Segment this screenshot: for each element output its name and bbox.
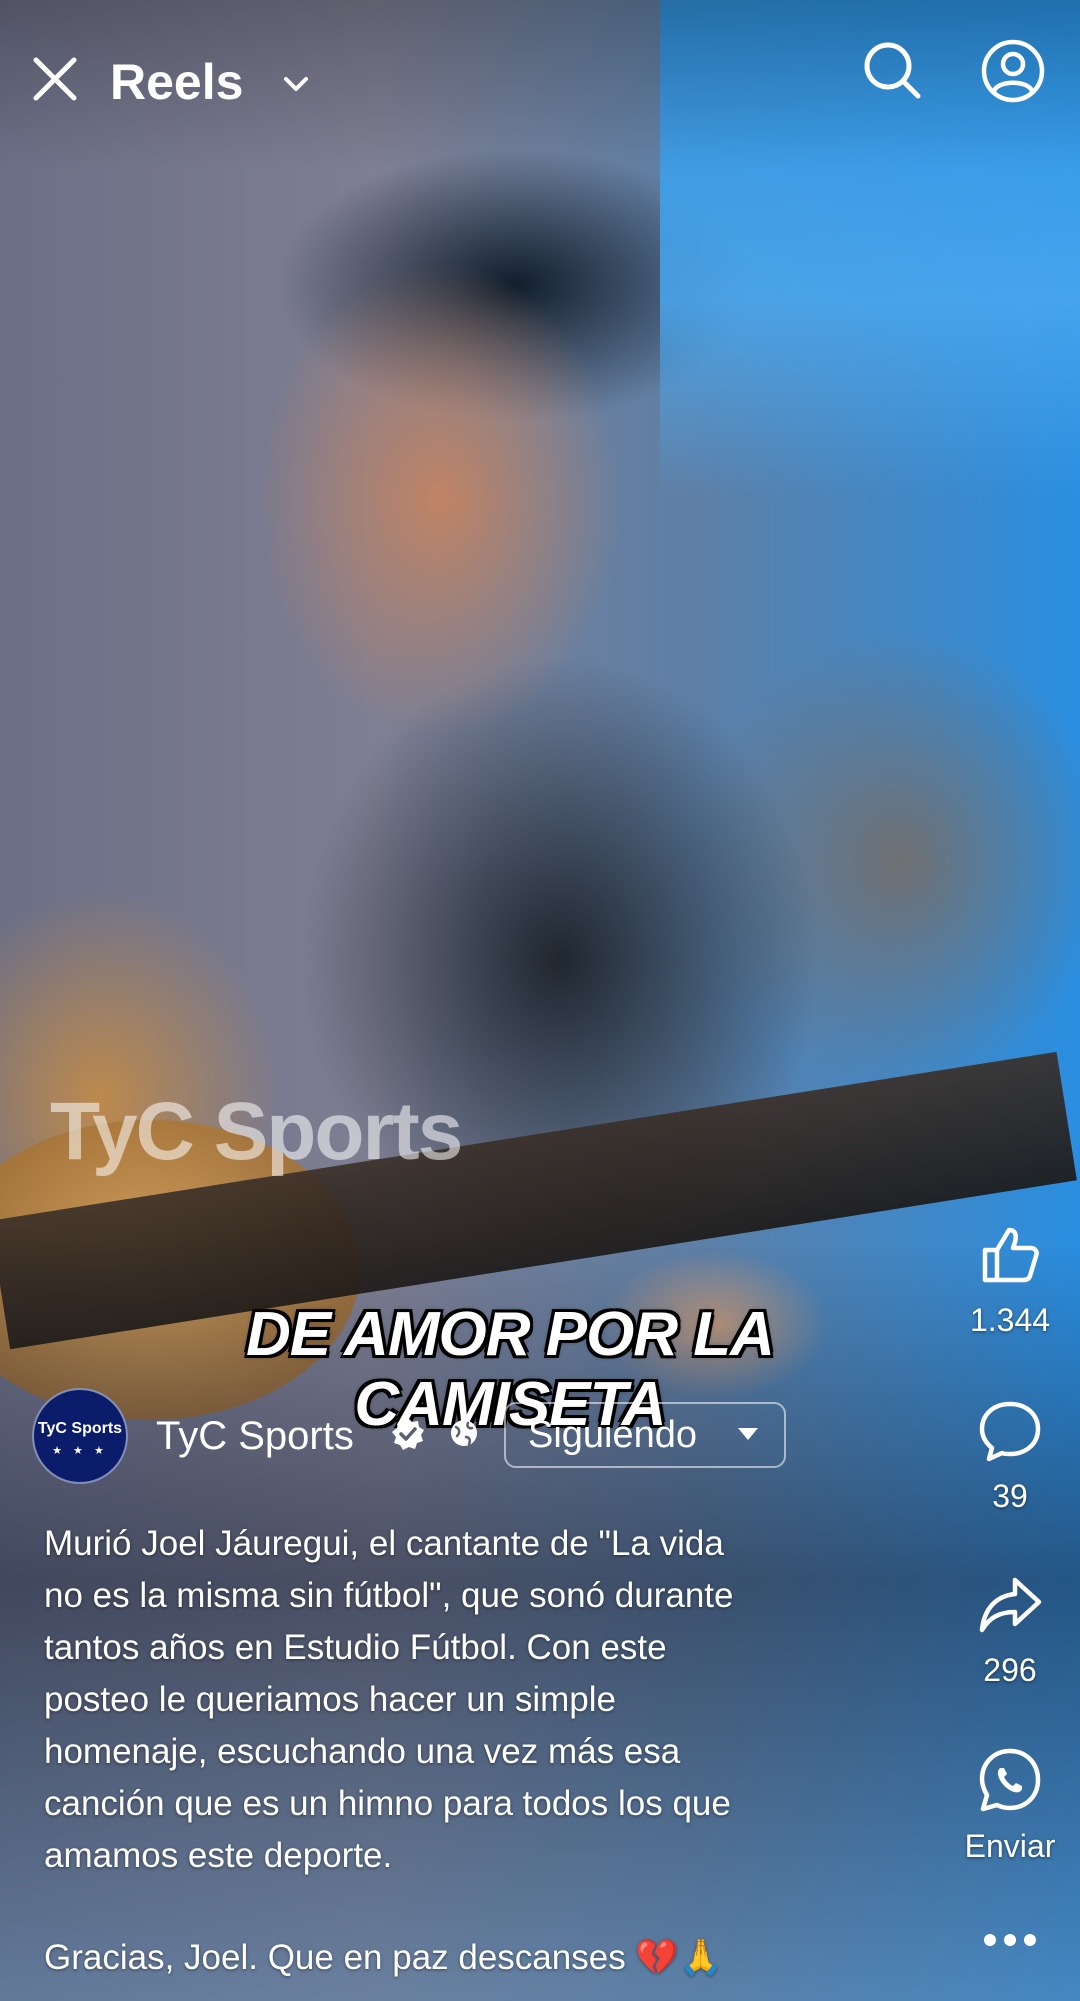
like-count: 1.344 bbox=[969, 1302, 1051, 1338]
chevron-down-icon bbox=[284, 77, 308, 91]
reels-dropdown-toggle[interactable] bbox=[280, 68, 312, 100]
profile-button[interactable] bbox=[980, 38, 1046, 104]
comment-count: 39 bbox=[992, 1478, 1028, 1514]
post-description[interactable]: Murió Joel Jáuregui, el cantante de "La … bbox=[44, 1518, 894, 1882]
public-audience-indicator bbox=[448, 1417, 480, 1449]
close-icon bbox=[33, 57, 77, 101]
chevron-down-icon bbox=[738, 1428, 758, 1440]
close-button[interactable] bbox=[28, 52, 82, 106]
comment-icon bbox=[979, 1401, 1041, 1462]
profile-icon bbox=[981, 39, 1045, 103]
like-icon bbox=[982, 1227, 1039, 1283]
whatsapp-icon bbox=[979, 1748, 1041, 1812]
author-avatar[interactable]: TyC Sports ★ ★ ★ bbox=[32, 1388, 128, 1484]
share-count: 296 bbox=[983, 1652, 1037, 1688]
avatar-logo-text: TyC Sports bbox=[37, 1420, 123, 1437]
more-options-button[interactable] bbox=[940, 1930, 1080, 1950]
share-icon bbox=[979, 1577, 1042, 1633]
search-button[interactable] bbox=[860, 38, 924, 102]
search-icon bbox=[864, 42, 921, 99]
avatar-stars: ★ ★ ★ bbox=[52, 1445, 108, 1457]
page-title[interactable]: Reels bbox=[110, 52, 243, 112]
more-icon bbox=[984, 1934, 1036, 1946]
whatsapp-send-button[interactable]: Enviar bbox=[940, 1746, 1080, 1865]
globe-icon bbox=[451, 1420, 477, 1446]
like-button[interactable]: 1.344 bbox=[940, 1222, 1080, 1339]
post-description-closing: Gracias, Joel. Que en paz descanses 💔🙏 bbox=[44, 1938, 723, 1977]
reels-screen: TyC Sports Reels DE AMOR POR LA CAMISETA bbox=[0, 0, 1080, 2001]
following-label: Siguiendo bbox=[528, 1414, 698, 1456]
verified-badge bbox=[390, 1416, 426, 1452]
author-name[interactable]: TyC Sports bbox=[156, 1412, 354, 1460]
share-button[interactable]: 296 bbox=[940, 1572, 1080, 1689]
comment-button[interactable]: 39 bbox=[940, 1398, 1080, 1515]
whatsapp-send-label: Enviar bbox=[964, 1828, 1056, 1864]
verified-icon bbox=[392, 1418, 424, 1450]
following-button[interactable]: Siguiendo bbox=[504, 1402, 786, 1468]
video-watermark: TyC Sports bbox=[50, 1086, 463, 1177]
